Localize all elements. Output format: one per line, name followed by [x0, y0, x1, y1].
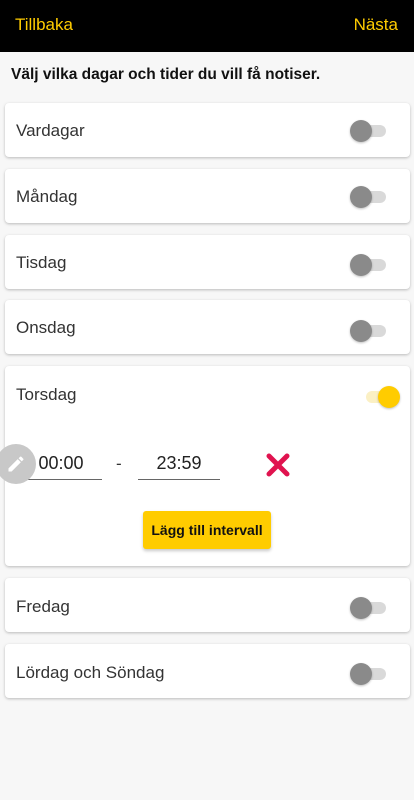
toggle-thumb — [350, 663, 372, 685]
day-label: Onsdag — [16, 318, 76, 337]
toggle-thumb — [350, 254, 372, 276]
toggle-mandag[interactable] — [350, 185, 390, 209]
back-button[interactable]: Tillbaka — [15, 15, 73, 35]
day-label: Vardagar — [16, 121, 85, 140]
toggle-onsdag[interactable] — [350, 319, 390, 343]
toggle-torsdag[interactable] — [360, 385, 400, 409]
top-bar: Tillbaka Nästa — [0, 0, 414, 52]
toggle-thumb — [350, 597, 372, 619]
pencil-icon — [8, 456, 24, 472]
day-card-torsdag: Torsdag - Lägg till intervall — [5, 366, 410, 566]
interval-end-input[interactable] — [138, 448, 220, 480]
day-label: Torsdag — [16, 385, 77, 404]
toggle-lordag-sondag[interactable] — [350, 662, 390, 686]
toggle-thumb — [378, 386, 400, 408]
day-card-tisdag: Tisdag — [5, 235, 410, 289]
toggle-thumb — [350, 120, 372, 142]
day-card-onsdag: Onsdag — [5, 300, 410, 354]
delete-interval-icon[interactable] — [265, 452, 291, 478]
day-label: Måndag — [16, 187, 78, 206]
day-card-fredag: Fredag — [5, 578, 410, 632]
add-interval-button[interactable]: Lägg till intervall — [143, 511, 271, 549]
toggle-vardagar[interactable] — [350, 119, 390, 143]
next-button[interactable]: Nästa — [354, 15, 398, 35]
toggle-thumb — [350, 186, 372, 208]
interval-separator: - — [116, 454, 122, 473]
toggle-thumb — [350, 320, 372, 342]
day-label: Lördag och Söndag — [16, 663, 165, 682]
day-card-mandag: Måndag — [5, 169, 410, 223]
day-card-vardagar: Vardagar — [5, 103, 410, 157]
toggle-tisdag[interactable] — [350, 253, 390, 277]
toggle-fredag[interactable] — [350, 596, 390, 620]
instruction-text: Välj vilka dagar och tider du vill få no… — [11, 66, 321, 83]
day-label: Fredag — [16, 597, 70, 616]
day-label: Tisdag — [16, 253, 67, 272]
day-card-lordag-sondag: Lördag och Söndag — [5, 644, 410, 698]
